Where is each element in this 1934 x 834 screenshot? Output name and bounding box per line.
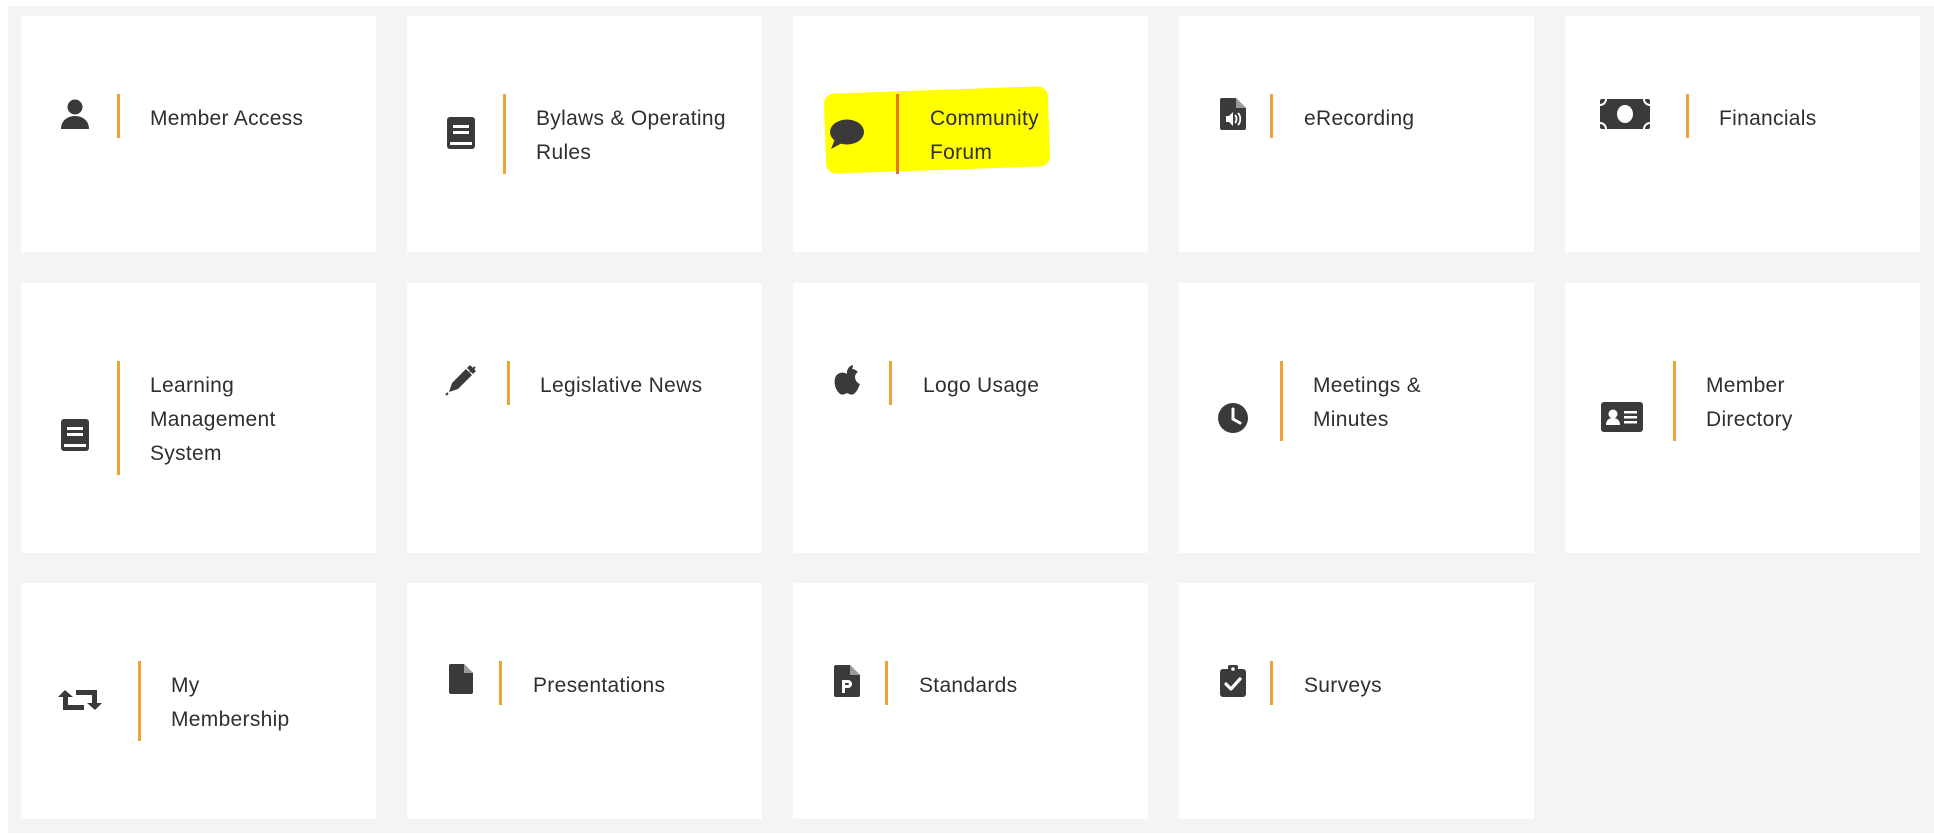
id-card-icon [1601, 399, 1643, 435]
file-icon [443, 661, 479, 697]
accent-bar [889, 361, 892, 405]
tile-bylaws[interactable]: Bylaws & Operating Rules [407, 16, 762, 252]
tile-my-membership[interactable]: My Membership [21, 583, 376, 819]
clipboard-check-icon [1215, 663, 1251, 699]
accent-bar [1686, 94, 1689, 138]
pen-icon [443, 362, 479, 398]
tile-member-access[interactable]: Member Access [21, 16, 376, 252]
accent-bar [1270, 661, 1273, 705]
retweet-icon [57, 682, 103, 718]
clock-icon [1215, 400, 1251, 436]
tile-meetings-minutes[interactable]: Meetings & Minutes [1179, 283, 1534, 553]
tile-logo-usage[interactable]: Logo Usage [793, 283, 1148, 553]
book-icon [443, 115, 479, 151]
tile-label: Presentations [533, 674, 666, 697]
accent-bar [503, 94, 506, 174]
tile-label: Bylaws & Operating Rules [536, 107, 726, 164]
accent-bar [507, 361, 510, 405]
tile-label: Learning Management System [150, 374, 276, 465]
file-audio-icon [1215, 96, 1251, 132]
comment-icon [829, 116, 865, 152]
accent-bar [138, 661, 141, 741]
apple-icon [829, 362, 865, 398]
tile-label: Member Directory [1706, 374, 1793, 431]
tile-label: Community Forum [930, 107, 1039, 164]
accent-bar [1270, 94, 1273, 138]
accent-bar [896, 94, 899, 174]
accent-bar [499, 661, 502, 705]
tile-presentations[interactable]: Presentations [407, 583, 762, 819]
tile-label: Logo Usage [923, 374, 1040, 397]
tile-member-directory[interactable]: Member Directory [1565, 283, 1920, 553]
tile-legislative-news[interactable]: Legislative News [407, 283, 762, 553]
tile-label: Legislative News [540, 374, 703, 397]
tile-community-forum[interactable]: Community Forum [793, 16, 1148, 252]
tile-lms[interactable]: Learning Management System [21, 283, 376, 553]
user-icon [57, 96, 93, 132]
tile-label: Financials [1719, 107, 1817, 130]
tile-label: Surveys [1304, 674, 1382, 697]
tile-label: Standards [919, 674, 1018, 697]
tile-standards[interactable]: Standards [793, 583, 1148, 819]
file-p-icon [829, 663, 865, 699]
tile-surveys[interactable]: Surveys [1179, 583, 1534, 819]
accent-bar [1280, 361, 1283, 441]
resource-tile-grid: Member Access Bylaws & Operating Rules C… [21, 16, 1921, 826]
tile-label: Meetings & Minutes [1313, 374, 1422, 431]
accent-bar [117, 361, 120, 475]
accent-bar [117, 94, 120, 138]
money-bill-icon [1600, 96, 1650, 132]
accent-bar [1673, 361, 1676, 441]
tile-label: eRecording [1304, 107, 1415, 130]
accent-bar [885, 661, 888, 705]
book-icon [57, 417, 93, 453]
tile-label: My Membership [171, 674, 290, 731]
tile-financials[interactable]: Financials [1565, 16, 1920, 252]
tile-label: Member Access [150, 107, 304, 130]
tile-erecording[interactable]: eRecording [1179, 16, 1534, 252]
